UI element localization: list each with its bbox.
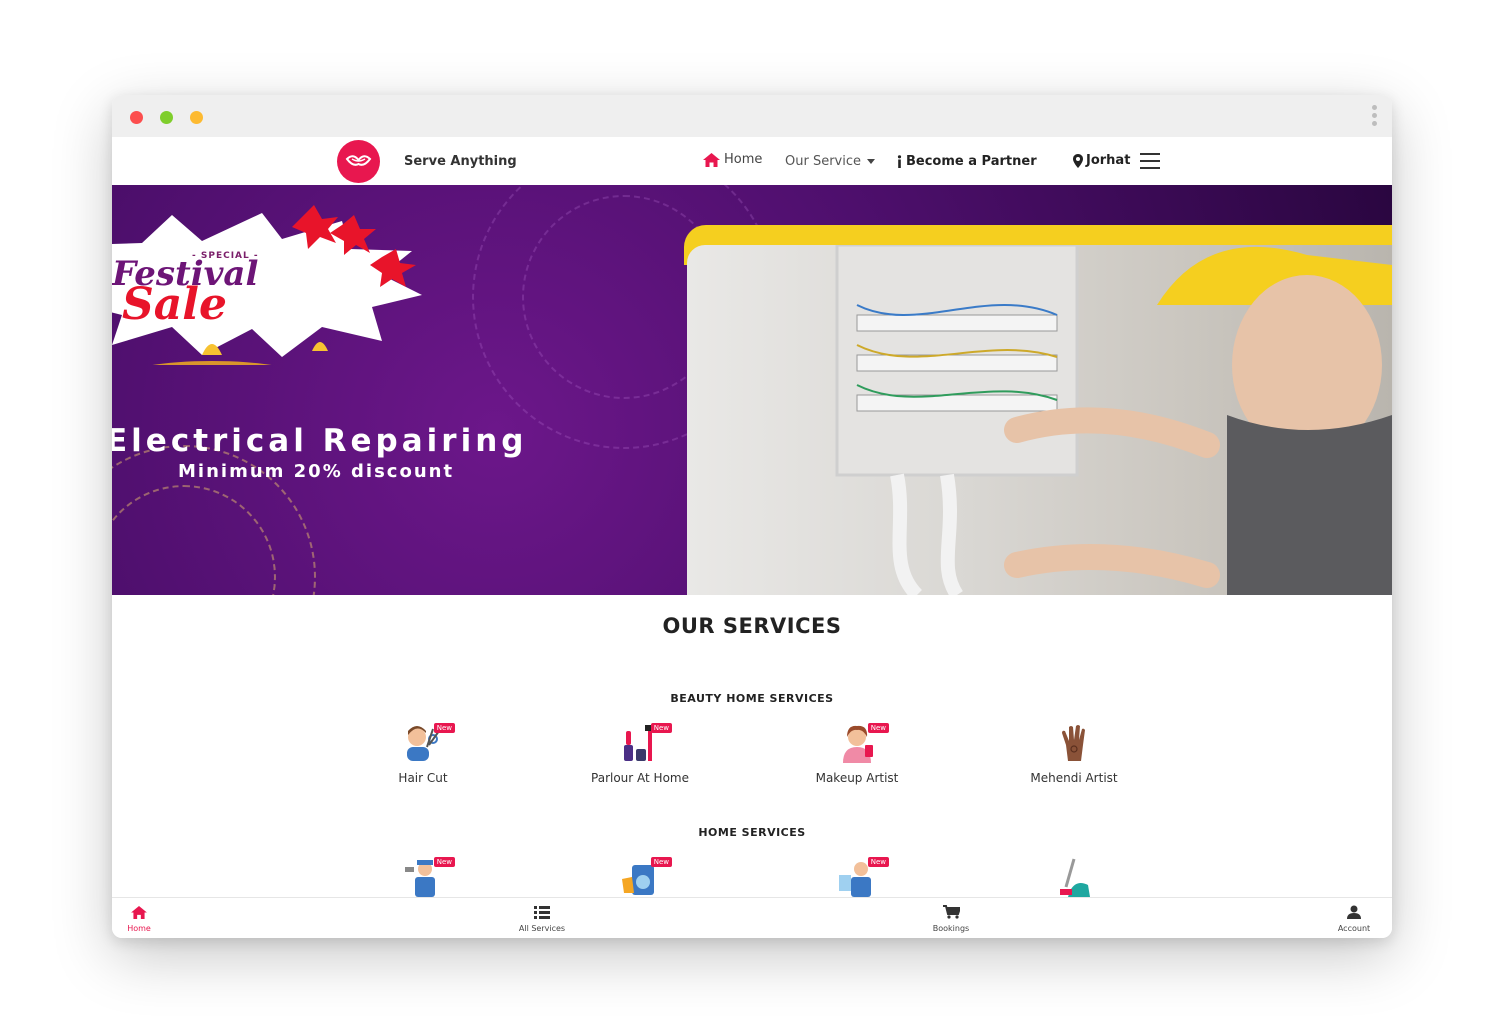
bottom-nav-home[interactable]: Home bbox=[112, 904, 169, 933]
location-selector[interactable]: Jorhat bbox=[1073, 153, 1130, 168]
service-item-parlour-at-home[interactable]: New Parlour At Home bbox=[560, 723, 720, 785]
minimize-window-button[interactable] bbox=[190, 111, 203, 124]
service-item-makeup-artist[interactable]: New Makeup Artist bbox=[777, 723, 937, 785]
logo-icon[interactable] bbox=[337, 140, 380, 183]
service-item-cleaning[interactable] bbox=[994, 857, 1154, 897]
promo-text: Electrical Repairing Minimum 20% discoun… bbox=[112, 423, 527, 482]
plumber-icon: New bbox=[403, 857, 455, 897]
top-navbar: Serve Anything Home Our Service Become a… bbox=[112, 137, 1392, 186]
bottom-nav-bookings-label: Bookings bbox=[932, 924, 970, 933]
window-titlebar bbox=[112, 95, 1392, 137]
map-pin-icon bbox=[1073, 153, 1083, 168]
maximize-window-button[interactable] bbox=[160, 111, 173, 124]
vacuum-cleaner-icon bbox=[1054, 857, 1094, 897]
nav-become-partner-label: Become a Partner bbox=[906, 154, 1037, 169]
hero-carousel[interactable]: - SPECIAL - Festival Sale Electrical Rep… bbox=[112, 185, 1392, 595]
home-icon bbox=[131, 906, 147, 919]
repair-technician-icon: New bbox=[837, 857, 889, 897]
close-window-button[interactable] bbox=[130, 111, 143, 124]
location-label: Jorhat bbox=[1086, 153, 1131, 168]
more-options-icon[interactable] bbox=[1372, 105, 1378, 129]
electrician-photo bbox=[687, 245, 1392, 595]
service-item-hair-cut[interactable]: New Hair Cut bbox=[343, 723, 503, 785]
service-item-mehendi-artist[interactable]: Mehendi Artist bbox=[994, 723, 1154, 785]
list-icon bbox=[534, 906, 550, 919]
washing-machine-icon: New bbox=[620, 857, 672, 897]
service-label: Hair Cut bbox=[398, 771, 448, 785]
bottom-nav-account-label: Account bbox=[1337, 924, 1371, 933]
service-label: Makeup Artist bbox=[815, 771, 899, 785]
new-badge: New bbox=[867, 857, 889, 867]
cosmetics-icon: New bbox=[620, 723, 672, 763]
bottom-nav-all-services[interactable]: All Services bbox=[512, 904, 572, 933]
services-section: OUR SERVICES BEAUTY HOME SERVICES New Ha… bbox=[112, 595, 1392, 897]
new-badge: New bbox=[650, 857, 672, 867]
services-heading: OUR SERVICES bbox=[662, 614, 842, 638]
browser-window: Serve Anything Home Our Service Become a… bbox=[112, 95, 1392, 938]
cart-icon bbox=[942, 905, 961, 919]
nav-our-service-label: Our Service bbox=[785, 154, 861, 169]
service-item-laundry[interactable]: New bbox=[560, 857, 720, 897]
bottom-nav-bookings[interactable]: Bookings bbox=[921, 904, 981, 933]
new-badge: New bbox=[433, 723, 455, 733]
service-label: Parlour At Home bbox=[591, 771, 689, 785]
bottom-navigation: Home All Services Bookings Account bbox=[112, 897, 1392, 938]
nav-home-label: Home bbox=[724, 152, 763, 167]
bottom-nav-account[interactable]: Account bbox=[1324, 904, 1384, 933]
bottom-nav-all-services-label: All Services bbox=[518, 924, 566, 933]
info-icon bbox=[897, 155, 902, 168]
nav-our-service-dropdown[interactable]: Our Service bbox=[785, 154, 875, 169]
home-icon bbox=[703, 152, 720, 167]
nav-home-link[interactable]: Home bbox=[703, 152, 762, 167]
new-badge: New bbox=[867, 723, 889, 733]
user-icon bbox=[1347, 905, 1361, 919]
promo-subtitle: Minimum 20% discount bbox=[178, 461, 455, 482]
makeup-artist-icon: New bbox=[837, 723, 889, 763]
service-item-appliance-repair[interactable]: New bbox=[777, 857, 937, 897]
bottom-nav-home-label: Home bbox=[127, 924, 151, 933]
service-item-plumber[interactable]: New bbox=[343, 857, 503, 897]
chevron-down-icon bbox=[867, 159, 875, 164]
menu-icon[interactable] bbox=[1140, 153, 1160, 169]
beauty-services-heading: BEAUTY HOME SERVICES bbox=[670, 692, 834, 705]
new-badge: New bbox=[650, 723, 672, 733]
sale-label: Sale bbox=[122, 279, 227, 330]
service-label: Mehendi Artist bbox=[1030, 771, 1118, 785]
mehendi-hand-icon bbox=[1054, 723, 1094, 763]
haircut-icon: New bbox=[403, 723, 455, 763]
new-badge: New bbox=[433, 857, 455, 867]
nav-become-partner-link[interactable]: Become a Partner bbox=[897, 154, 1037, 169]
brand-name[interactable]: Serve Anything bbox=[404, 154, 517, 169]
promo-title: Electrical Repairing bbox=[112, 423, 528, 459]
home-services-heading: HOME SERVICES bbox=[698, 826, 806, 839]
